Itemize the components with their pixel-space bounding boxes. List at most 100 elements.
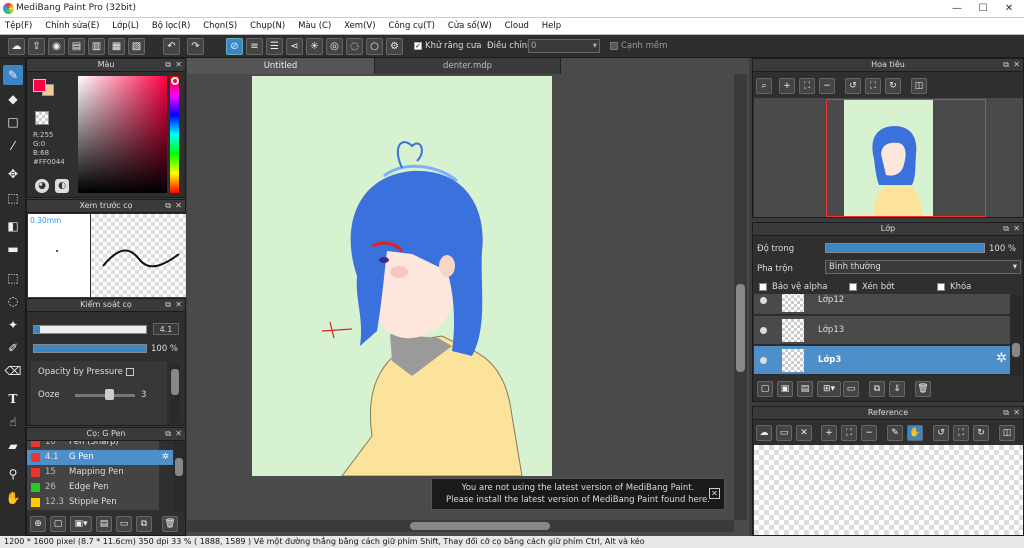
add-brush-icon[interactable]: ⊕	[30, 516, 46, 532]
trash-icon[interactable]: 🗑	[162, 516, 178, 532]
brush-item[interactable]: 26 Edge Pen	[27, 480, 159, 495]
undock-icon[interactable]: ⧉	[165, 428, 171, 440]
tab-denter[interactable]: denter.mdp	[375, 58, 561, 74]
close-icon[interactable]: ✕	[175, 299, 182, 311]
line-tool-icon[interactable]: ⁄	[3, 136, 23, 156]
circle-snap-icon[interactable]: ◎	[326, 38, 343, 55]
reset-rotation-icon[interactable]: ⛶	[865, 78, 881, 94]
text-tool-icon[interactable]: T	[3, 389, 23, 409]
brush-list-scrollbar[interactable]	[174, 442, 184, 512]
reset-rotation-icon[interactable]: ⛶	[953, 425, 969, 441]
menu-edit[interactable]: Chỉnh sửa(E)	[40, 18, 104, 34]
layer-row[interactable]: Lớp12	[754, 294, 1010, 315]
undock-icon[interactable]: ⧉	[1003, 59, 1009, 71]
clipping-checkbox[interactable]	[849, 283, 857, 291]
visibility-eye-icon[interactable]	[760, 357, 767, 364]
rotate-right-icon[interactable]: ↻	[973, 425, 989, 441]
menu-layer[interactable]: Lớp(L)	[107, 18, 144, 34]
undock-icon[interactable]: ⧉	[165, 59, 171, 71]
scrollbar-thumb[interactable]	[410, 522, 550, 530]
close-icon[interactable]: ✕	[1013, 223, 1020, 235]
menu-tools[interactable]: Công cụ(T)	[383, 18, 440, 34]
menu-window[interactable]: Cửa số(W)	[443, 18, 497, 34]
color-set-icon[interactable]: ◐	[55, 179, 69, 193]
redo-icon[interactable]: ↷	[187, 38, 204, 55]
layers-scrollbar[interactable]	[1010, 295, 1022, 377]
horizontal-scrollbar[interactable]	[187, 520, 734, 532]
foreground-color-swatch[interactable]	[33, 79, 46, 92]
page-icon[interactable]: ▤	[68, 38, 85, 55]
gradient-tool-icon[interactable]: ▬	[3, 239, 23, 259]
close-icon[interactable]: ✕	[709, 488, 720, 499]
snap-off-icon[interactable]: ⊘	[226, 38, 243, 55]
fill-tool-icon[interactable]: ◧	[3, 216, 23, 236]
scrollbar-thumb[interactable]	[175, 458, 183, 476]
minimize-button[interactable]: —	[944, 0, 970, 18]
close-icon[interactable]: ✕	[1013, 407, 1020, 419]
new-brush-icon[interactable]: ▢	[50, 516, 66, 532]
curve-snap-icon[interactable]: ◌	[346, 38, 363, 55]
close-icon[interactable]: ✕	[175, 200, 182, 212]
update-notification[interactable]: You are not using the latest version of …	[431, 478, 725, 510]
parallel-snap-icon[interactable]: ≡	[246, 38, 263, 55]
chat-icon[interactable]: ◉	[48, 38, 65, 55]
cloud-icon[interactable]: ☁	[8, 38, 25, 55]
hand-tool-icon[interactable]: ✋	[3, 488, 23, 508]
brush-opacity-slider[interactable]	[33, 344, 147, 353]
new-halftone-layer-icon[interactable]: ▣	[777, 381, 793, 397]
brush-item-selected[interactable]: 4.1 G Pen ✲	[27, 450, 173, 465]
gear-icon[interactable]: ✲	[996, 351, 1007, 366]
transparent-color-swatch[interactable]	[35, 111, 49, 125]
close-icon[interactable]: ✕	[175, 59, 182, 71]
navigator-viewport-frame[interactable]	[826, 99, 986, 217]
undo-icon[interactable]: ↶	[163, 38, 180, 55]
brush-size-slider[interactable]	[33, 325, 147, 334]
menu-color[interactable]: Màu (C)	[293, 18, 336, 34]
reference-view[interactable]	[754, 445, 1023, 535]
flip-icon[interactable]: ◫	[999, 425, 1015, 441]
undock-icon[interactable]: ⧉	[165, 200, 171, 212]
layer-row-selected[interactable]: Lớp3 ✲	[754, 346, 1010, 375]
visibility-eye-icon[interactable]	[760, 327, 767, 334]
tab-untitled[interactable]: Untitled	[187, 58, 375, 74]
brush-tool-icon[interactable]: ✎	[3, 65, 23, 85]
zoom-icon[interactable]: ⌕	[756, 78, 772, 94]
duplicate-layer-icon[interactable]: ⧉	[869, 381, 885, 397]
fit-icon[interactable]: ⛶	[841, 425, 857, 441]
select-pen-tool-icon[interactable]: ✐	[3, 338, 23, 358]
menu-snap[interactable]: Chụp(N)	[245, 18, 290, 34]
grid-icon[interactable]: ▦	[108, 38, 125, 55]
lock-checkbox[interactable]	[937, 283, 945, 291]
rotate-right-icon[interactable]: ↻	[885, 78, 901, 94]
share-icon[interactable]: ⇪	[28, 38, 45, 55]
undock-icon[interactable]: ⧉	[165, 299, 171, 311]
scrollbar-thumb[interactable]	[736, 284, 745, 372]
layout-icon[interactable]: ▧	[128, 38, 145, 55]
correction-select[interactable]: 0 ▾	[528, 39, 600, 53]
layer-row[interactable]: Lớp13	[754, 316, 1010, 345]
drawing-canvas[interactable]	[252, 76, 552, 476]
open-folder-icon[interactable]: ▭	[776, 425, 792, 441]
eyedropper-icon[interactable]: ✎	[887, 425, 903, 441]
hue-slider[interactable]	[170, 76, 179, 193]
move-tool-icon[interactable]: ✥	[3, 164, 23, 184]
divide-tool-icon[interactable]: ▰	[3, 436, 23, 456]
brush-options-icon[interactable]: ▣▾	[70, 516, 92, 532]
document-icon[interactable]: ▥	[88, 38, 105, 55]
hue-picker-handle[interactable]	[171, 77, 179, 85]
layer-folder-icon[interactable]: ▭	[843, 381, 859, 397]
brush-item[interactable]: 12.3 Stipple Pen	[27, 495, 159, 510]
visibility-eye-icon[interactable]	[760, 297, 767, 304]
close-reference-icon[interactable]: ✕	[796, 425, 812, 441]
color-saturation-field[interactable]	[78, 76, 167, 193]
menu-cloud[interactable]: Cloud	[500, 18, 534, 34]
zoom-out-icon[interactable]: −	[819, 78, 835, 94]
undock-icon[interactable]: ⧉	[1003, 223, 1009, 235]
close-icon[interactable]: ✕	[1013, 59, 1020, 71]
gear-icon[interactable]: ✲	[162, 450, 169, 465]
hand-icon[interactable]: ✋	[907, 425, 923, 441]
settings-snap-icon[interactable]: ⚙	[386, 38, 403, 55]
cloud-upload-icon[interactable]: ☁	[756, 425, 772, 441]
maximize-button[interactable]: ☐	[970, 0, 996, 18]
vertical-scrollbar[interactable]	[734, 74, 747, 520]
